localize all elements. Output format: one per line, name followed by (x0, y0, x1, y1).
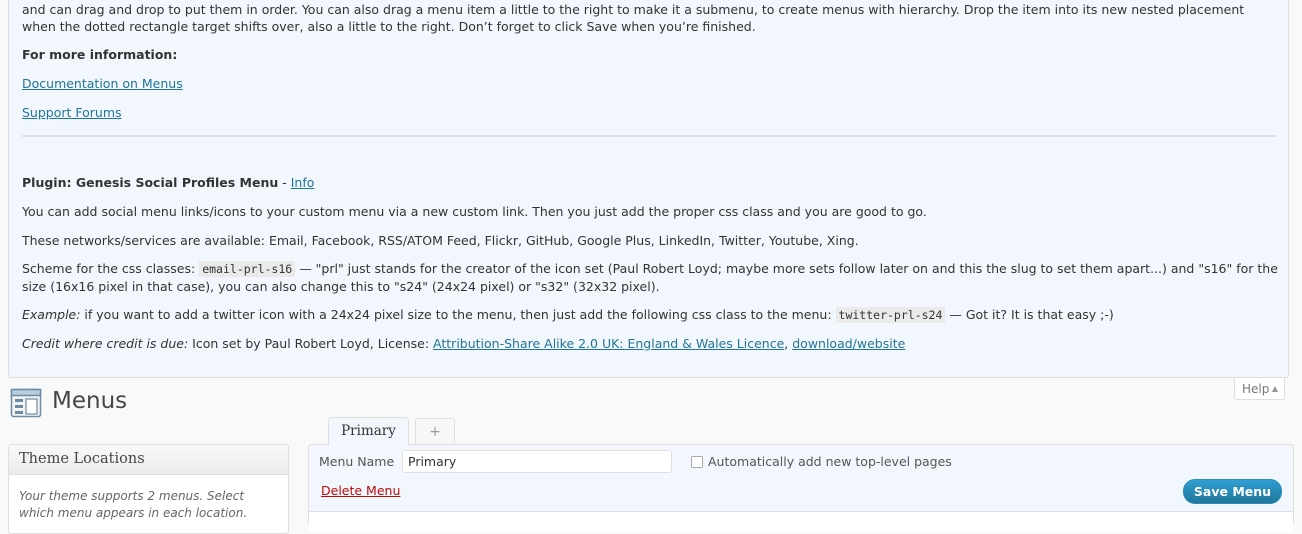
plugin-credit-text: Credit where credit is due: Icon set by … (22, 335, 1280, 352)
menu-structure-area (309, 512, 1293, 532)
help-tab-button[interactable]: Help ▲ (1234, 378, 1285, 400)
plugin-scheme-text: Scheme for the css classes: email-prl-s1… (22, 260, 1280, 295)
menu-name-input[interactable] (402, 450, 672, 473)
help-intro-text: and can drag and drop to put them in ord… (22, 2, 1245, 34)
plugin-title: Plugin: Genesis Social Profiles Menu (22, 175, 279, 190)
delete-menu-link[interactable]: Delete Menu (321, 483, 400, 499)
license-link[interactable]: Attribution-Share Alike 2.0 UK: England … (433, 336, 784, 351)
menu-edit-panel: Menu Name Automatically add new top-leve… (308, 444, 1294, 532)
auto-add-pages-label[interactable]: Automatically add new top-level pages (708, 454, 952, 470)
plugin-heading: Plugin: Genesis Social Profiles Menu - I… (22, 174, 1280, 191)
menu-name-label: Menu Name (319, 454, 395, 469)
plugin-separator: - (278, 175, 291, 190)
save-menu-button[interactable]: Save Menu (1183, 479, 1282, 504)
theme-locations-header[interactable]: Theme Locations (9, 445, 288, 475)
chevron-up-icon: ▲ (1271, 384, 1278, 393)
plugin-info-link[interactable]: Info (291, 175, 315, 190)
scheme-prefix: Scheme for the css classes: (22, 261, 200, 276)
more-info-heading: For more information: (22, 47, 178, 62)
credit-description: Icon set by Paul Robert Loyd, License: (188, 336, 434, 351)
credit-label: Credit where credit is due: (22, 336, 189, 351)
auto-add-pages-checkbox[interactable] (691, 456, 703, 468)
add-menu-tab[interactable]: + (415, 418, 455, 444)
menus-icon (10, 387, 42, 419)
documentation-link[interactable]: Documentation on Menus (22, 76, 183, 91)
contextual-help-panel: and can drag and drop to put them in ord… (8, 0, 1289, 378)
example-suffix: — Got it? It is that easy ;-) (945, 307, 1114, 322)
example-label: Example: (22, 307, 81, 322)
support-forums-link[interactable]: Support Forums (22, 105, 122, 120)
theme-locations-box: Theme Locations Your theme supports 2 me… (8, 444, 289, 534)
plugin-networks-text: These networks/services are available: E… (22, 233, 859, 248)
theme-locations-description: Your theme supports 2 menus. Select whic… (19, 489, 248, 520)
tab-primary[interactable]: Primary (328, 417, 409, 446)
help-tab-label: Help (1242, 382, 1270, 396)
help-divider (22, 135, 1276, 137)
example-code: twitter-prl-s24 (835, 307, 946, 323)
plugin-example-text: Example: if you want to add a twitter ic… (22, 306, 1280, 324)
download-website-link[interactable]: download/website (792, 336, 905, 351)
page-title: Menus (52, 388, 128, 414)
scheme-code: email-prl-s16 (199, 261, 296, 277)
plugin-add-text: You can add social menu links/icons to y… (22, 204, 927, 219)
example-description: if you want to add a twitter icon with a… (80, 307, 836, 322)
